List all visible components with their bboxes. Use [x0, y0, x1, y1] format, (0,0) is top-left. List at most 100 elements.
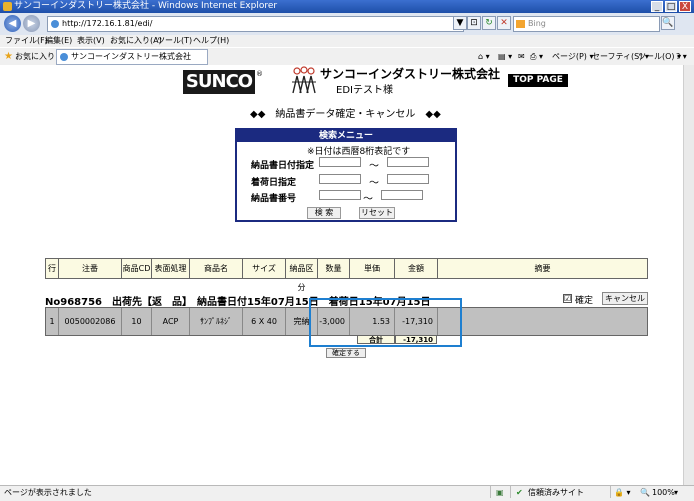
status-bar: ページが表示されました ▣ ✔ 信頼済みサイト 🔒 ▾ 🔍 100% ▾ — [0, 485, 694, 501]
vertical-scrollbar[interactable] — [683, 65, 694, 485]
col-amount: 金額 — [395, 259, 438, 278]
search-menu-title: 検索メニュー — [237, 130, 455, 142]
menu-edit[interactable]: 編集(E) — [45, 35, 72, 47]
page-title: ◆◆ 納品書データ確定・キャンセル ◆◆ — [250, 109, 441, 120]
delivery-date-from-input[interactable] — [319, 157, 361, 167]
address-toolbar: ◀ ▶ http://172.16.1.81/edi/ ▼ ⊡ ↻ ✕ Bing… — [0, 13, 694, 36]
col-note: 摘要 — [534, 264, 551, 273]
invoice-number-from-input[interactable] — [319, 190, 361, 200]
range-tilde: ～ — [363, 194, 373, 205]
maximize-button[interactable]: □ — [665, 1, 677, 12]
zoom-dropdown-icon[interactable]: ▾ — [674, 486, 678, 500]
mail-icon[interactable]: ✉ — [518, 48, 525, 65]
address-field[interactable]: http://172.16.1.81/edi/ — [47, 16, 464, 32]
table-header: 行 注番 商品CD 表面処理 商品名 サイズ 納品区分 数量 単価 金額 摘要 — [45, 258, 648, 292]
arrival-date-from-input[interactable] — [319, 174, 361, 184]
sunco-logo: SUNCO — [183, 70, 255, 94]
confirm-checkbox-label: 確定 — [575, 296, 594, 306]
stop-button[interactable]: ✕ — [497, 16, 511, 30]
help-menu[interactable]: ? ▾ — [676, 48, 687, 65]
browser-tab[interactable]: サンコーインダストリー株式会社 — [56, 49, 208, 65]
col-order-no: 注番 — [59, 259, 122, 278]
invoice-number-label: 納品書番号 — [251, 194, 297, 204]
search-button-form[interactable]: 検 索 — [307, 207, 341, 219]
back-button[interactable]: ◀ — [4, 15, 21, 32]
cell-order-no: 0050002086 — [59, 308, 122, 335]
search-input[interactable]: Bing — [513, 16, 660, 32]
registered-mark: ® — [256, 70, 263, 78]
page-icon — [51, 20, 59, 28]
status-divider — [510, 486, 511, 498]
minimize-button[interactable]: _ — [651, 1, 663, 12]
menu-view[interactable]: 表示(V) — [77, 35, 105, 47]
col-surface: 表面処理 — [152, 259, 190, 278]
mascot-logo — [292, 66, 316, 94]
cell-product-cd: 10 — [122, 308, 152, 335]
favorites-button[interactable]: お気に入り — [15, 48, 55, 65]
url-text: http://172.16.1.81/edi/ — [62, 19, 153, 28]
status-divider — [490, 486, 491, 498]
forward-button[interactable]: ▶ — [23, 15, 40, 32]
page-menu[interactable]: ページ(P) ▾ — [552, 48, 593, 65]
confirm-checkbox[interactable]: ☑ — [563, 294, 572, 303]
date-format-note: ※日付は西暦8桁表記です — [307, 147, 411, 157]
home-icon[interactable]: ⌂ ▾ — [478, 48, 490, 65]
tab-page-icon — [60, 53, 68, 61]
range-tilde: ～ — [369, 161, 379, 172]
highlight-box — [309, 298, 462, 347]
user-name: EDIテスト様 — [336, 85, 393, 96]
range-tilde: ～ — [369, 178, 379, 189]
zoom-icon: 🔍 — [640, 488, 650, 497]
col-product-cd: 商品CD — [122, 259, 152, 278]
star-icon: ★ — [4, 51, 13, 62]
col-qty: 数量 — [318, 259, 350, 278]
search-placeholder: Bing — [528, 19, 546, 28]
menu-bar: ファイル(F) 編集(E) 表示(V) お気に入り(A) ツール(T) ヘルプ(… — [0, 35, 694, 47]
tools-menu[interactable]: ツール(O) ▾ — [638, 48, 681, 65]
search-menu-panel: 検索メニュー ※日付は西暦8桁表記です 納品書日付指定 ～ 着荷日指定 ～ 納品… — [235, 128, 457, 222]
window-titlebar: サンコーインダストリー株式会社 - Windows Internet Explo… — [0, 0, 694, 13]
window-title: サンコーインダストリー株式会社 - Windows Internet Explo… — [14, 1, 278, 11]
address-dropdown-button[interactable]: ▼ — [453, 16, 467, 30]
search-button[interactable]: 🔍 — [661, 16, 675, 30]
cell-product-name: ｻﾝﾌﾟﾙﾈｼﾞ — [190, 308, 243, 335]
arrival-date-label: 着荷日指定 — [251, 178, 297, 188]
protected-mode-icon: ▣ — [496, 488, 504, 497]
favorites-bar: ★ お気に入り サンコーインダストリー株式会社 ⌂ ▾ ▤ ▾ ✉ ⎙ ▾ ペー… — [0, 47, 694, 66]
col-delivery: 納品区分 — [286, 259, 318, 292]
col-line: 行 — [46, 259, 59, 278]
menu-tools[interactable]: ツール(T) — [157, 35, 192, 47]
cell-size: 6 X 40 — [243, 308, 286, 335]
bing-icon — [516, 20, 525, 28]
cell-line: 1 — [46, 308, 59, 335]
cell-surface: ACP — [152, 308, 190, 335]
col-unit-price: 単価 — [350, 259, 395, 278]
menu-file[interactable]: ファイル(F) — [5, 35, 48, 47]
security-zone[interactable]: 信頼済みサイト — [528, 486, 584, 500]
compat-view-button[interactable]: ⊡ — [467, 16, 481, 30]
status-lock-icon: 🔒 ▾ — [614, 488, 631, 497]
company-name: サンコーインダストリー株式会社 — [320, 67, 501, 81]
tab-title: サンコーインダストリー株式会社 — [71, 52, 191, 61]
invoice-number-to-input[interactable] — [381, 190, 423, 200]
menu-help[interactable]: ヘルプ(H) — [193, 35, 229, 47]
menu-favorites[interactable]: お気に入り(A) — [110, 35, 162, 47]
status-divider — [610, 486, 611, 498]
refresh-button[interactable]: ↻ — [482, 16, 496, 30]
close-button[interactable]: X — [679, 1, 691, 12]
status-text: ページが表示されました — [4, 488, 92, 497]
print-icon[interactable]: ⎙ ▾ — [530, 48, 543, 65]
ie-app-icon — [3, 2, 12, 11]
delivery-date-to-input[interactable] — [387, 157, 429, 167]
reset-button[interactable]: リセット — [359, 207, 395, 219]
trusted-check-icon: ✔ — [516, 488, 523, 497]
col-size: サイズ — [243, 259, 286, 278]
col-product-name: 商品名 — [190, 259, 243, 278]
zoom-level[interactable]: 100% — [652, 486, 675, 500]
top-page-button[interactable]: TOP PAGE — [508, 74, 568, 87]
arrival-date-to-input[interactable] — [387, 174, 429, 184]
confirm-submit-button[interactable]: 確定する — [326, 348, 366, 358]
cell-note — [438, 308, 647, 335]
feeds-icon[interactable]: ▤ ▾ — [498, 48, 512, 65]
cancel-button[interactable]: キャンセル — [602, 292, 648, 305]
